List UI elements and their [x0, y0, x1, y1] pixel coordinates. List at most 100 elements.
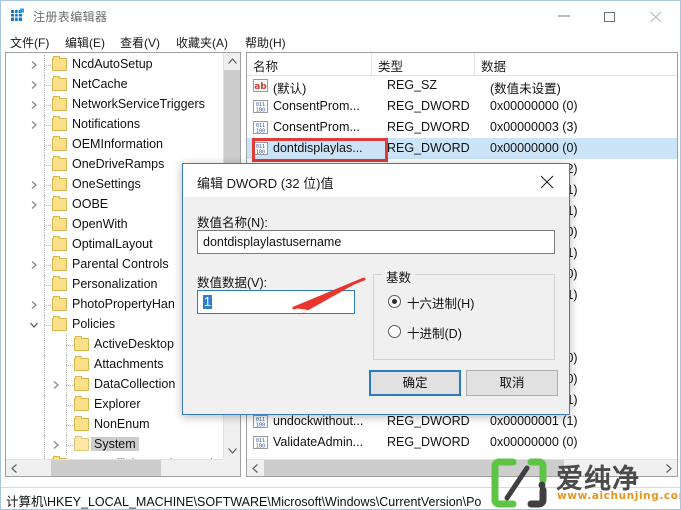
- value-row[interactable]: ab (默认) REG_SZ (数值未设置): [247, 75, 677, 96]
- value-type-cell: REG_DWORD: [387, 99, 470, 113]
- tree-item-label: NetworkServiceTriggers: [72, 97, 205, 111]
- tree-guide-line: [44, 355, 45, 375]
- folder-icon: [74, 336, 89, 351]
- folder-icon: [74, 396, 89, 411]
- tree-item-label: Policies: [72, 317, 116, 331]
- value-data-cell: 0x00000001 (1): [490, 414, 578, 428]
- chevron-right-icon[interactable]: [28, 259, 40, 271]
- value-row[interactable]: 011 100 ConsentProm... REG_DWORD 0x00000003 …: [247, 117, 677, 138]
- tree-item-label: OEMInformation: [72, 137, 164, 151]
- string-value-icon: ab: [253, 78, 268, 93]
- value-data-cell: 0x00000003 (3): [490, 120, 578, 134]
- folder-icon: [74, 376, 89, 391]
- tree-guide-line: [44, 435, 45, 455]
- values-scroll-left-icon[interactable]: [247, 460, 264, 476]
- value-row[interactable]: 011 100 dontdisplaylas... REG_DWORD 0x000000…: [247, 138, 677, 159]
- menu-bar: 文件(F) 编辑(E) 查看(V) 收藏夹(A) 帮助(H): [1, 31, 680, 51]
- value-name-label: 数值名称(N):: [197, 216, 268, 230]
- value-type-cell: REG_DWORD: [387, 435, 470, 449]
- tree-item-nonenum[interactable]: NonEnum: [6, 415, 222, 435]
- column-label-data: 数据: [481, 60, 507, 74]
- tree-scroll-down-icon[interactable]: [224, 442, 240, 459]
- menu-help[interactable]: 帮助(H): [242, 33, 289, 52]
- tree-horizontal-scrollbar[interactable]: [6, 459, 240, 476]
- chevron-right-icon[interactable]: [28, 99, 40, 111]
- column-header-name[interactable]: 名称: [247, 53, 372, 75]
- base-group: 基数 十六进制(H) 十进制(D): [373, 267, 555, 360]
- folder-icon: [52, 96, 67, 111]
- registry-editor-window: 注册表编辑器 文件(F) 编辑(E) 查看(V) 收藏夹(A) 帮助(H) Nc…: [0, 0, 681, 510]
- chevron-right-icon[interactable]: [50, 379, 62, 391]
- column-header-data[interactable]: 数据: [475, 53, 662, 75]
- column-header-type[interactable]: 类型: [372, 53, 475, 75]
- status-bar-path: 计算机\HKEY_LOCAL_MACHINE\SOFTWARE\Microsof…: [6, 495, 482, 509]
- folder-icon: [52, 76, 67, 91]
- chevron-down-icon[interactable]: [28, 319, 40, 331]
- svg-text:100: 100: [256, 149, 265, 155]
- value-name-cell: ValidateAdmin...: [273, 435, 364, 449]
- value-data-label: 数值数据(V):: [197, 276, 268, 290]
- status-bar: 计算机\HKEY_LOCAL_MACHINE\SOFTWARE\Microsof…: [1, 487, 680, 509]
- close-button[interactable]: [634, 1, 680, 31]
- value-data-input[interactable]: 1: [197, 290, 355, 314]
- dialog-title: 编辑 DWORD (32 位)值: [197, 176, 334, 191]
- svg-text:100: 100: [256, 107, 265, 113]
- base-group-label: 基数: [382, 267, 416, 286]
- tree-scroll-up-icon[interactable]: [224, 53, 240, 70]
- values-hscroll-thumb[interactable]: [264, 460, 564, 476]
- folder-icon: [52, 116, 67, 131]
- value-type-cell: REG_DWORD: [387, 414, 470, 428]
- menu-edit[interactable]: 编辑(E): [62, 33, 108, 52]
- tree-item-system[interactable]: System: [6, 435, 222, 455]
- ok-button[interactable]: 确定: [369, 370, 461, 396]
- svg-text:100: 100: [256, 443, 265, 449]
- value-name-input[interactable]: dontdisplaylastusername: [197, 230, 555, 254]
- values-scroll-right-icon[interactable]: [660, 460, 677, 476]
- value-type-cell: REG_SZ: [387, 78, 438, 92]
- folder-icon: [52, 276, 67, 291]
- maximize-button[interactable]: [588, 1, 634, 31]
- chevron-right-icon[interactable]: [28, 179, 40, 191]
- folder-icon: [74, 416, 89, 431]
- tree-item-netcache[interactable]: NetCache: [6, 75, 222, 95]
- svg-text:ab: ab: [254, 82, 267, 92]
- chevron-right-icon[interactable]: [28, 199, 40, 211]
- value-data-cell: 0x00000000 (0): [490, 435, 578, 449]
- value-row[interactable]: 011 100 ConsentProm... REG_DWORD 0x00000000 …: [247, 96, 677, 117]
- minimize-button[interactable]: [542, 1, 588, 31]
- tree-item-label: PhotoPropertyHan: [72, 297, 175, 311]
- value-name-cell: ConsentProm...: [273, 120, 360, 134]
- chevron-right-icon[interactable]: [28, 79, 40, 91]
- title-bar: 注册表编辑器: [1, 1, 680, 31]
- value-type-cell: REG_DWORD: [387, 120, 470, 134]
- chevron-right-icon[interactable]: [50, 439, 62, 451]
- tree-item-oeminformation[interactable]: OEMInformation: [6, 135, 222, 155]
- values-horizontal-scrollbar[interactable]: [247, 459, 677, 476]
- chevron-right-icon[interactable]: [28, 59, 40, 71]
- tree-guide-line: [44, 335, 45, 355]
- menu-file[interactable]: 文件(F): [7, 33, 52, 52]
- value-name-cell: ConsentProm...: [273, 99, 360, 113]
- tree-item-networkservicetriggers[interactable]: NetworkServiceTriggers: [6, 95, 222, 115]
- chevron-right-icon[interactable]: [28, 119, 40, 131]
- tree-hscroll-thumb[interactable]: [51, 460, 161, 476]
- menu-favorites[interactable]: 收藏夹(A): [173, 33, 231, 52]
- tree-scroll-left-icon[interactable]: [6, 460, 23, 476]
- folder-icon: [74, 356, 89, 371]
- values-column-header: 名称 类型 数据: [247, 53, 677, 76]
- value-name-cell: dontdisplaylas...: [273, 141, 363, 155]
- folder-icon: [52, 216, 67, 231]
- menu-view[interactable]: 查看(V): [117, 33, 163, 52]
- value-row[interactable]: 011 100 ValidateAdmin... REG_DWORD 0x0000000…: [247, 432, 677, 453]
- value-type-cell: REG_DWORD: [387, 141, 470, 155]
- tree-item-notifications[interactable]: Notifications: [6, 115, 222, 135]
- tree-item-label: OneDriveRamps: [72, 157, 165, 171]
- value-name-cell: (默认): [273, 82, 307, 96]
- chevron-right-icon[interactable]: [28, 299, 40, 311]
- radio-hexadecimal-dot: [388, 295, 401, 308]
- dialog-close-button[interactable]: [525, 164, 569, 196]
- tree-item-ncdautosetup[interactable]: NcdAutoSetup: [6, 55, 222, 75]
- svg-text:100: 100: [256, 128, 265, 134]
- tree-guide-line: [44, 415, 45, 435]
- cancel-button[interactable]: 取消: [466, 370, 558, 396]
